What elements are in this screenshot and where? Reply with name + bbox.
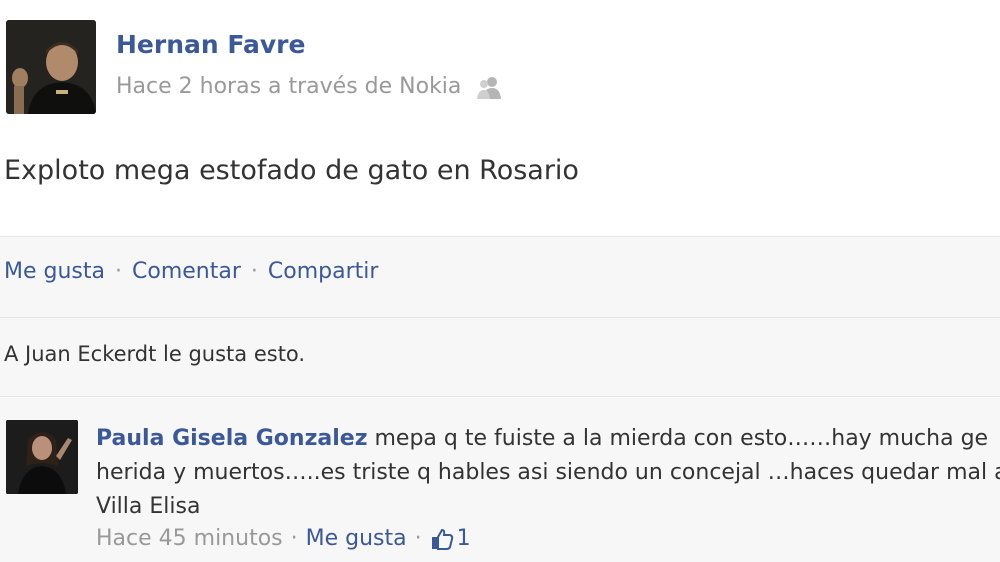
post-action-bar: Me gusta · Comentar · Compartir [0, 236, 1000, 318]
person-photo-icon [6, 420, 78, 494]
like-button[interactable]: Me gusta [4, 259, 105, 284]
comment-text: herida y muertos…..es triste q hables as… [96, 460, 1000, 485]
share-button[interactable]: Compartir [268, 259, 379, 284]
comment-text: mepa q te fuiste a la mierda con esto……h… [374, 426, 989, 451]
separator-dot: · [290, 526, 298, 551]
post-meta: Hace 2 horas a través de Nokia [116, 74, 503, 99]
comment-like-button[interactable]: Me gusta [306, 526, 407, 551]
friends-icon[interactable] [475, 75, 503, 99]
author-name-link[interactable]: Hernan Favre [116, 30, 305, 59]
comment-text: Villa Elisa [96, 494, 201, 519]
separator-dot: · [115, 259, 122, 284]
comment-line: Paula Gisela Gonzalez mepa q te fuiste a… [96, 422, 1000, 456]
commenter-avatar[interactable] [6, 420, 78, 494]
comment-meta: Hace 45 minutos · Me gusta · 1 [96, 526, 471, 551]
likes-text: A Juan Eckerdt le gusta esto. [4, 342, 306, 366]
likes-summary: A Juan Eckerdt le gusta esto. [0, 318, 1000, 397]
comment-item: Paula Gisela Gonzalez mepa q te fuiste a… [0, 398, 1000, 562]
commenter-name-link[interactable]: Paula Gisela Gonzalez [96, 426, 368, 451]
comment-button[interactable]: Comentar [132, 259, 241, 284]
post-timestamp[interactable]: Hace 2 horas a través de Nokia [116, 74, 461, 99]
comment-like-count[interactable]: 1 [457, 526, 471, 551]
person-photo-icon [6, 20, 96, 114]
thumbs-up-icon[interactable] [430, 527, 454, 551]
author-avatar[interactable] [6, 20, 96, 114]
post-header: Hernan Favre Hace 2 horas a través de No… [0, 0, 1000, 140]
separator-dot: · [414, 526, 422, 551]
comment-body: Paula Gisela Gonzalez mepa q te fuiste a… [96, 422, 1000, 524]
post-text: Exploto mega estofado de gato en Rosario [4, 155, 579, 186]
comment-timestamp[interactable]: Hace 45 minutos [96, 526, 283, 551]
separator-dot: · [250, 259, 258, 284]
